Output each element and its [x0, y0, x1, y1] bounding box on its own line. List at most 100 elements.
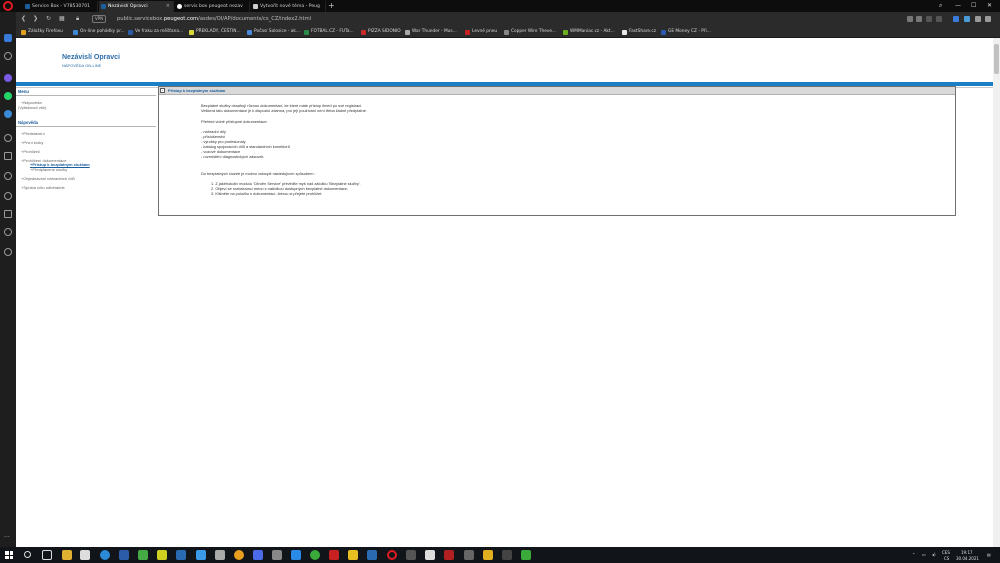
bookmark-item[interactable]: Levné pneu — [465, 26, 497, 38]
heart-icon[interactable] — [4, 192, 12, 200]
edge-icon[interactable] — [100, 550, 110, 560]
tab-forum-new-topic[interactable]: Vytvořit nové téma - Peug — [251, 1, 326, 12]
app-icon[interactable] — [348, 550, 358, 560]
app-icon[interactable] — [425, 550, 435, 560]
history-icon[interactable] — [4, 228, 12, 236]
collapse-toggle[interactable]: - — [160, 88, 165, 93]
tab-service-box[interactable]: Service Box - V78530701 — [23, 1, 98, 12]
tab-nezavisli-opravci[interactable]: Nezávislí Opravci × — [99, 1, 174, 12]
task-view-icon[interactable] — [42, 550, 52, 560]
extension-icon[interactable] — [953, 16, 959, 22]
nav-item-first-steps[interactable]: +První kroky — [21, 140, 43, 145]
app-icon[interactable] — [329, 550, 339, 560]
reload-button[interactable]: ↻ — [46, 12, 51, 26]
outlook-icon[interactable] — [119, 550, 129, 560]
browser-tab-bar: Service Box - V78530701 Nezávislí Opravc… — [0, 0, 1000, 12]
bookmark-item[interactable]: Copper Wire Theve... — [504, 26, 556, 38]
my-flow-icon[interactable] — [4, 210, 12, 218]
nav-item-paid-services[interactable]: +Předplacené služby — [30, 167, 67, 172]
back-button[interactable]: ❮ — [21, 12, 26, 26]
forward-button[interactable]: ❯ — [33, 12, 38, 26]
whatsapp-icon[interactable] — [4, 92, 12, 100]
vpn-badge[interactable]: VPN — [92, 15, 107, 23]
more-icon[interactable]: ··· — [4, 535, 12, 544]
store-icon[interactable] — [80, 550, 90, 560]
messenger-icon[interactable] — [4, 74, 12, 82]
snapshot-icon[interactable] — [916, 16, 922, 22]
bookmark-item[interactable]: FOTBAL.CZ - FUTa... — [304, 26, 354, 38]
bookmark-item[interactable]: WMManiac.cz - Akt... — [563, 26, 615, 38]
url-field[interactable]: public.servicebox.peugeot.com/asdes/OI/A… — [117, 12, 311, 26]
extension-icon[interactable] — [964, 16, 970, 22]
xbox-icon[interactable] — [138, 550, 148, 560]
bookmark-item[interactable]: PŘEKLADY, ČEŠTIN... — [189, 26, 241, 38]
opera-home-icon[interactable] — [4, 52, 12, 60]
network-icon[interactable]: ▭ — [922, 552, 926, 557]
app-icon[interactable] — [291, 550, 301, 560]
bookmark-item[interactable]: Ve fraku za měšťana... — [128, 26, 183, 38]
bookmark-item[interactable]: GE Money CZ - Při... — [661, 26, 711, 38]
windows-start-icon[interactable] — [5, 551, 13, 559]
flow-icon[interactable] — [4, 152, 12, 160]
minimize-button[interactable]: — — [955, 0, 961, 12]
app-icon[interactable] — [521, 550, 531, 560]
bookmark-item[interactable]: Záložky Firefoxu — [21, 26, 63, 38]
app-icon[interactable] — [272, 550, 282, 560]
camera-icon[interactable] — [907, 16, 913, 22]
heart-icon[interactable] — [926, 16, 932, 22]
download-icon[interactable] — [975, 16, 981, 22]
app-icon[interactable] — [502, 550, 512, 560]
nav-item-ordering-parts[interactable]: +Objednávání náhradních dílů — [21, 176, 75, 181]
bookmark-item[interactable]: PIZZA SIDONIO — [361, 26, 401, 38]
page-scrollbar[interactable] — [993, 38, 1000, 547]
nav-item-viewer[interactable]: +Prohlížeč — [21, 149, 40, 154]
nav-item-account-management[interactable]: +Správa účtu odběratele — [21, 185, 65, 190]
lightbulb-icon[interactable] — [4, 248, 12, 256]
notification-icon[interactable]: ▤ — [987, 552, 991, 557]
close-window-button[interactable]: ✕ — [987, 0, 992, 12]
opera-menu-icon[interactable] — [3, 1, 13, 11]
maximize-button[interactable]: ☐ — [971, 0, 976, 12]
app-icon[interactable] — [464, 550, 474, 560]
app-icon[interactable] — [176, 550, 186, 560]
app-icon[interactable] — [253, 550, 263, 560]
tab-close-icon[interactable]: × — [166, 1, 170, 12]
clock-date[interactable]: 30.04.2021 — [956, 556, 979, 561]
speed-dial-icon[interactable] — [4, 34, 12, 42]
tray-chevron-icon[interactable]: ⌃ — [912, 552, 915, 557]
file-explorer-icon[interactable] — [62, 550, 72, 560]
volume-icon[interactable]: ◂) — [932, 552, 936, 557]
tab-grid-icon[interactable]: ▦ — [59, 12, 65, 26]
app-icon[interactable] — [444, 550, 454, 560]
shield-icon[interactable] — [936, 16, 942, 22]
tab-search-icon[interactable]: ⌕ — [939, 0, 942, 12]
nav-item-introduction[interactable]: +Představení — [21, 131, 45, 136]
bookmark-favicon-icon — [128, 29, 133, 35]
search-icon[interactable] — [24, 551, 31, 558]
scrollbar-thumb[interactable] — [994, 44, 999, 74]
app-icon[interactable] — [406, 550, 416, 560]
bookmarks-icon[interactable] — [4, 172, 12, 180]
app-icon[interactable] — [215, 550, 225, 560]
bookmark-item[interactable]: FastShare.cz — [622, 26, 656, 38]
tab-label: servis box peugeot nezav — [184, 4, 243, 9]
language-bottom[interactable]: CS — [944, 556, 949, 561]
app-icon[interactable] — [367, 550, 377, 560]
app-icon[interactable] — [483, 550, 493, 560]
telegram-icon[interactable] — [4, 110, 12, 118]
player-icon[interactable] — [4, 134, 12, 142]
opera-taskbar-icon[interactable] — [387, 550, 397, 560]
tab-google-search[interactable]: servis box peugeot nezav — [175, 1, 250, 12]
app-icon[interactable] — [310, 550, 320, 560]
bookmark-item[interactable]: On-line pohádky pr... — [73, 26, 125, 38]
security-icon[interactable] — [196, 550, 206, 560]
bookmark-item[interactable]: Počasí Solosice - ak... — [247, 26, 300, 38]
app-icon[interactable] — [157, 550, 167, 560]
app-icon[interactable] — [234, 550, 244, 560]
easy-setup-icon[interactable] — [985, 16, 991, 22]
new-tab-button[interactable]: + — [328, 0, 335, 12]
nav-item-print-all[interactable]: (Vytisknout vše) — [18, 105, 46, 110]
clock-time[interactable]: 19:17 — [961, 550, 973, 555]
bookmark-item[interactable]: War Thunder - Mus... — [405, 26, 457, 38]
language-top[interactable]: CES — [942, 550, 950, 555]
